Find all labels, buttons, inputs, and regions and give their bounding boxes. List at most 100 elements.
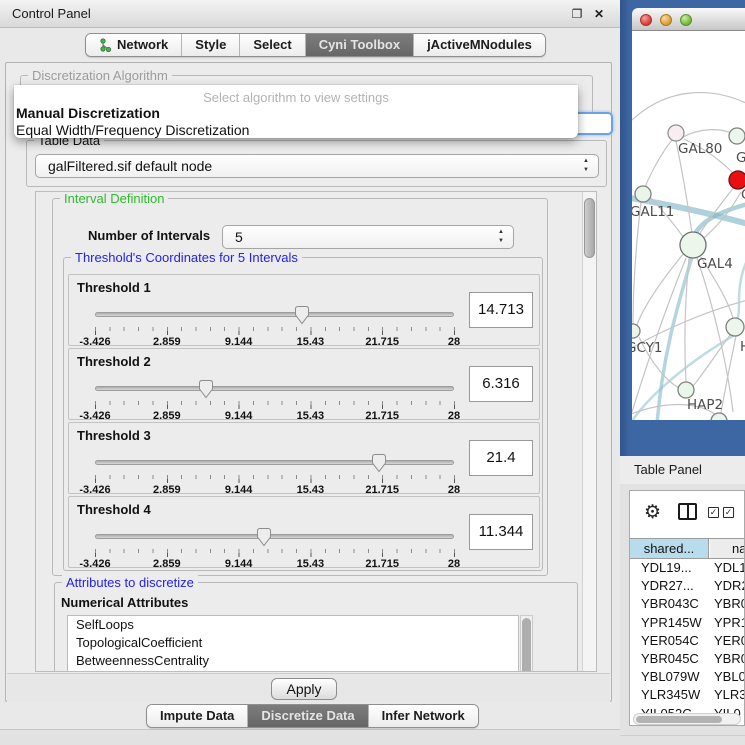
attributes-list-scrollbar[interactable] xyxy=(520,615,533,672)
network-node[interactable] xyxy=(635,186,651,202)
tab-style[interactable]: Style xyxy=(181,34,239,56)
list-item[interactable]: BetweennessCentrality xyxy=(68,652,518,670)
threshold-2-value-field[interactable]: 6.316 xyxy=(469,366,533,402)
checkbox-icon[interactable]: ✓ xyxy=(708,507,719,518)
tab-select[interactable]: Select xyxy=(239,34,304,56)
table-horizontal-scrollbar[interactable] xyxy=(633,713,741,725)
tick-label: 15.43 xyxy=(297,558,325,570)
split-panel-icon[interactable] xyxy=(678,503,697,520)
checkbox-icon[interactable]: ✓ xyxy=(723,507,734,518)
threshold-1-slider[interactable] xyxy=(95,305,454,325)
node-label: HAP2 xyxy=(687,397,723,413)
network-canvas[interactable]: GAL80GACGAL11GAL4GCY1HHAP2 xyxy=(632,31,745,420)
slider-track[interactable] xyxy=(95,534,454,539)
node-label: GA xyxy=(736,150,745,166)
interval-definition-label: Interval Definition xyxy=(60,191,168,206)
slider-thumb[interactable] xyxy=(256,527,272,547)
network-node[interactable] xyxy=(726,318,744,336)
algorithm-placeholder-option[interactable]: Select algorithm to view settings xyxy=(14,90,578,105)
cyni-toolbox-panel: Discretization Algorithm Select algorith… xyxy=(5,62,612,702)
table-row[interactable]: YBR043CYBR0 xyxy=(630,595,744,613)
table-data-combobox[interactable]: galFiltered.sif default node ▲▼ xyxy=(35,154,599,178)
attributes-group: Attributes to discretize Numerical Attri… xyxy=(54,582,578,672)
network-edge[interactable] xyxy=(633,202,641,324)
tab-discretize-data[interactable]: Discretize Data xyxy=(247,705,367,727)
option-manual-discretization[interactable]: Manual Discretization xyxy=(16,105,160,121)
close-traffic-light-icon[interactable] xyxy=(640,14,652,26)
network-window-titlebar[interactable] xyxy=(632,8,745,31)
number-of-intervals-label: Number of Intervals xyxy=(88,228,210,243)
settings-vertical-scrollbar[interactable] xyxy=(582,192,596,671)
scrollbar-thumb[interactable] xyxy=(522,618,531,672)
scrollbar-thumb[interactable] xyxy=(636,716,722,723)
network-node[interactable] xyxy=(668,125,684,141)
network-node[interactable] xyxy=(711,413,727,420)
network-edge[interactable] xyxy=(645,140,672,187)
apply-button[interactable]: Apply xyxy=(271,678,337,700)
slider-track[interactable] xyxy=(95,312,454,317)
gear-icon[interactable]: ⚙ xyxy=(644,501,661,524)
minimize-traffic-light-icon[interactable] xyxy=(660,14,672,26)
slider-thumb[interactable] xyxy=(198,379,214,399)
tick-label: 2.859 xyxy=(153,558,181,570)
tick-label: 28 xyxy=(448,484,460,496)
table-row[interactable]: YDL19...YDL1 xyxy=(630,559,744,577)
slider-thumb[interactable] xyxy=(371,453,387,473)
scrollbar-thumb[interactable] xyxy=(584,198,595,258)
column-header-shared-name[interactable]: shared... xyxy=(630,539,709,558)
numerical-attributes-list[interactable]: SelfLoops TopologicalCoefficient Between… xyxy=(67,615,519,672)
table-row[interactable]: YBL079WYBL0 xyxy=(630,668,744,686)
tick-label: 2.859 xyxy=(153,410,181,422)
table-rows: YDL19...YDL1 YDR27...YDR2 YBR043CYBR0 YP… xyxy=(630,559,744,723)
threshold-3-slider[interactable] xyxy=(95,453,454,473)
slider-track[interactable] xyxy=(95,386,454,391)
network-edge[interactable] xyxy=(632,93,745,120)
network-svg: GAL80GACGAL11GAL4GCY1HHAP2 xyxy=(632,31,745,420)
list-item[interactable]: SelfLoops xyxy=(68,616,518,634)
tab-infer-network[interactable]: Infer Network xyxy=(368,705,478,727)
option-equal-width-frequency[interactable]: Equal Width/Frequency Discretization xyxy=(16,122,249,138)
threshold-4-value-field[interactable]: 11.344 xyxy=(469,514,533,550)
settings-scroll-viewport: Interval Definition Number of Intervals … xyxy=(35,191,597,672)
numerical-attributes-label: Numerical Attributes xyxy=(61,595,188,610)
threshold-2-label: Threshold 2 xyxy=(77,354,151,369)
table-row[interactable]: YPR145WYPR1 xyxy=(630,614,744,632)
float-window-icon[interactable]: ❐ xyxy=(570,7,584,21)
tab-cyni-toolbox[interactable]: Cyni Toolbox xyxy=(305,34,413,56)
table-panel: ⚙ ✓ ✓ shared... na YDL19...YDL1 YDR27...… xyxy=(629,490,745,726)
combo-arrows-icon: ▲▼ xyxy=(583,157,589,175)
slider-thumb[interactable] xyxy=(294,305,310,325)
slider-track[interactable] xyxy=(95,460,454,465)
bottom-tab-bar: Impute Data Discretize Data Infer Networ… xyxy=(146,704,479,728)
node-label: GAL11 xyxy=(632,204,674,220)
threshold-3-value-field[interactable]: 21.4 xyxy=(469,440,533,476)
network-node[interactable] xyxy=(729,128,745,144)
list-item[interactable]: TopologicalCoefficient xyxy=(68,634,518,652)
network-edge[interactable] xyxy=(721,336,736,413)
table-row[interactable]: YBR045CYBR0 xyxy=(630,650,744,668)
table-row[interactable]: YER054CYER0 xyxy=(630,632,744,650)
threshold-4-slider[interactable] xyxy=(95,527,454,547)
network-node[interactable] xyxy=(632,324,640,338)
control-panel: Control Panel ❐ ✕ Network Style Select C… xyxy=(0,0,620,730)
number-of-intervals-combobox[interactable]: 5 ▲▼ xyxy=(222,225,514,249)
tab-impute-data[interactable]: Impute Data xyxy=(147,705,247,727)
tick-label: 15.43 xyxy=(297,336,325,348)
column-header-name[interactable]: na xyxy=(710,539,745,558)
network-node[interactable] xyxy=(680,232,706,258)
network-edge[interactable] xyxy=(683,130,731,137)
zoom-traffic-light-icon[interactable] xyxy=(680,14,692,26)
tick-label: 21.715 xyxy=(365,410,399,422)
node-label: H xyxy=(740,339,745,355)
threshold-1-value-field[interactable]: 14.713 xyxy=(469,292,533,328)
tab-jactivemnodules[interactable]: jActiveMNodules xyxy=(413,34,545,56)
table-row[interactable]: YLR345WYLR3 xyxy=(630,686,744,704)
table-row[interactable]: YDR27...YDR2 xyxy=(630,577,744,595)
network-node[interactable] xyxy=(678,382,694,398)
tick-label: -3.426 xyxy=(79,336,110,348)
table-data-group: Table Data galFiltered.sif default node … xyxy=(26,140,607,187)
threshold-2-slider[interactable] xyxy=(95,379,454,399)
tab-network[interactable]: Network xyxy=(86,34,181,56)
close-icon[interactable]: ✕ xyxy=(592,7,606,21)
network-edge[interactable] xyxy=(737,258,745,320)
